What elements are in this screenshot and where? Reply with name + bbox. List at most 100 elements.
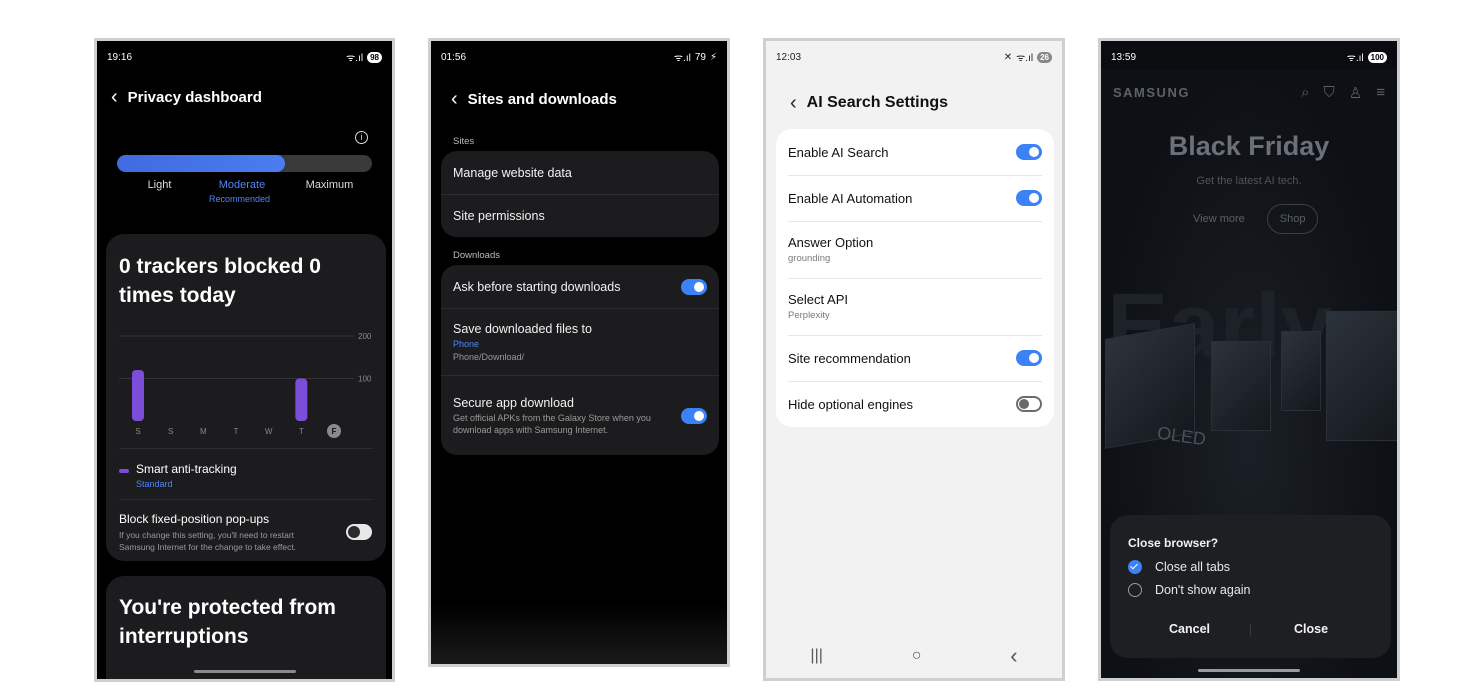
unchecked-radio-icon[interactable] — [1128, 583, 1142, 597]
section-header-sites: Sites — [453, 136, 475, 147]
signal-icon: ᯤ.ıl — [673, 53, 691, 64]
enable-ai-automation-label: Enable AI Automation — [788, 190, 913, 206]
level-light[interactable]: Light — [137, 179, 182, 191]
page-title: AI Search Settings — [806, 94, 949, 111]
level-moderate[interactable]: Moderate — [212, 179, 272, 191]
block-popups-row[interactable]: Block fixed-position pop-ups If you chan… — [119, 512, 329, 553]
page-header: ‹ Privacy dashboard — [111, 87, 262, 107]
block-popups-label: Block fixed-position pop-ups — [119, 512, 270, 526]
mute-icon: ✕ — [1003, 51, 1013, 63]
status-bar: 19:16 ᯤ.ıl 98 — [107, 49, 382, 65]
close-button[interactable]: Close — [1294, 622, 1328, 636]
x-tick-label: S — [135, 427, 140, 436]
product-image — [1211, 341, 1271, 431]
product-image — [1281, 331, 1321, 411]
bottom-fade — [431, 604, 727, 664]
trackers-chart: 100 200 S S M T W T F — [119, 332, 372, 438]
back-icon[interactable]: ‹ — [451, 89, 458, 109]
chart-bar — [132, 370, 144, 421]
page-title: Privacy dashboard — [127, 88, 262, 106]
samsung-logo[interactable]: SAMSUNG — [1113, 85, 1190, 100]
save-downloaded-files-item[interactable]: Save downloaded files to Phone Phone/Dow… — [441, 308, 719, 375]
enable-ai-automation-toggle[interactable] — [1016, 190, 1042, 206]
home-indicator[interactable] — [1198, 669, 1300, 672]
battery-level: 79 — [694, 51, 706, 63]
sites-downloads-screen: 01:56 ᯤ.ıl 79 ⚡ ‹ Sites and downloads Si… — [428, 38, 730, 667]
home-icon[interactable]: ○ — [912, 647, 922, 665]
enable-ai-automation-item[interactable]: Enable AI Automation — [776, 175, 1054, 221]
back-nav-icon[interactable]: ‹ — [1010, 643, 1017, 669]
enable-ai-search-item[interactable]: Enable AI Search — [776, 129, 1054, 175]
block-popups-toggle[interactable] — [346, 524, 372, 540]
ask-before-downloads-item[interactable]: Ask before starting downloads — [441, 265, 719, 308]
promo-headline: Black Friday — [1168, 131, 1330, 161]
settings-card: Enable AI Search Enable AI Automation An… — [776, 129, 1054, 427]
manage-website-data-label: Manage website data — [453, 165, 572, 180]
info-icon[interactable]: i — [355, 131, 368, 144]
ask-before-downloads-toggle[interactable] — [681, 278, 707, 295]
site-permissions-item[interactable]: Site permissions — [441, 194, 719, 237]
select-api-item[interactable]: Select API Perplexity — [776, 278, 1054, 335]
select-api-value: Perplexity — [788, 310, 830, 321]
secure-app-download-item[interactable]: Secure app download Get official APKs fr… — [441, 375, 719, 455]
smart-anti-tracking-value: Standard — [136, 479, 173, 489]
back-icon[interactable]: ‹ — [790, 93, 797, 113]
status-time: 01:56 — [441, 51, 467, 63]
samsung-store-screen: 13:59 ᯤ.ıl 100 SAMSUNG ⌕ ⛉ ♙ ≡ Black Fri… — [1098, 38, 1400, 681]
button-divider — [1250, 624, 1251, 636]
back-icon[interactable]: ‹ — [111, 87, 118, 107]
view-more-link[interactable]: View more — [1181, 205, 1257, 233]
smart-anti-tracking-row[interactable]: Smart anti-tracking Standard — [119, 462, 237, 489]
signal-icon: ᯤ.ıl — [346, 53, 364, 64]
site-recommendation-toggle[interactable] — [1016, 350, 1042, 366]
charging-icon: ⚡ — [709, 51, 717, 63]
cart-icon[interactable]: ⛉ — [1324, 84, 1335, 102]
smart-anti-tracking-label: Smart anti-tracking — [136, 462, 237, 476]
x-tick-label: T — [299, 427, 304, 436]
close-browser-dialog: Close browser? Close all tabs Don't show… — [1110, 515, 1391, 658]
answer-option-value: grounding — [788, 253, 831, 264]
ai-search-settings-screen: 12:03 ✕ ᯤ.ıl 26 ‹ AI Search Settings Ena… — [763, 38, 1065, 681]
recommended-label: Recommended — [209, 194, 271, 204]
hide-optional-engines-item[interactable]: Hide optional engines — [776, 381, 1054, 427]
status-time: 12:03 — [776, 51, 802, 63]
status-time: 19:16 — [107, 51, 133, 63]
secure-app-download-label: Secure app download — [453, 395, 574, 410]
hide-optional-engines-toggle[interactable] — [1016, 396, 1042, 412]
shop-button[interactable]: Shop — [1266, 204, 1319, 234]
home-indicator[interactable] — [193, 670, 296, 673]
promo-buttons: View more Shop — [1181, 204, 1319, 234]
level-maximum[interactable]: Maximum — [302, 179, 357, 191]
legend-swatch — [119, 469, 129, 473]
secure-app-download-toggle[interactable] — [681, 407, 707, 424]
recents-icon[interactable]: ||| — [810, 647, 822, 665]
dont-show-again-option[interactable]: Don't show again — [1128, 583, 1251, 597]
enable-ai-search-toggle[interactable] — [1016, 144, 1042, 160]
menu-icon[interactable]: ≡ — [1376, 84, 1385, 102]
page-header: ‹ Sites and downloads — [451, 89, 617, 109]
user-icon[interactable]: ♙ — [1349, 84, 1362, 102]
section-header-downloads: Downloads — [453, 250, 500, 261]
site-permissions-label: Site permissions — [453, 209, 545, 223]
privacy-dashboard-screen: 19:16 ᯤ.ıl 98 ‹ Privacy dashboard i Ligh… — [94, 38, 395, 682]
protected-card: You're protected from interruptions — [106, 576, 386, 679]
answer-option-item[interactable]: Answer Option grounding — [776, 221, 1054, 278]
search-icon[interactable]: ⌕ — [1301, 84, 1309, 102]
protection-level-slider[interactable] — [117, 155, 372, 172]
save-location-path: Phone/Download/ — [453, 351, 525, 362]
divider — [119, 499, 373, 500]
close-all-tabs-option[interactable]: Close all tabs — [1128, 560, 1230, 574]
x-tick-label: F — [332, 427, 337, 436]
manage-website-data-item[interactable]: Manage website data — [441, 151, 719, 194]
signal-icon: ᯤ.ıl — [1346, 53, 1364, 64]
block-popups-desc: If you change this setting, you'll need … — [119, 530, 297, 552]
checked-radio-icon[interactable] — [1128, 560, 1142, 574]
x-tick-label: M — [200, 427, 207, 436]
secure-app-download-desc: Get official APKs from the Galaxy Store … — [453, 412, 651, 435]
hide-optional-engines-label: Hide optional engines — [788, 396, 914, 412]
cancel-button[interactable]: Cancel — [1169, 622, 1210, 636]
product-image — [1326, 311, 1397, 441]
site-recommendation-item[interactable]: Site recommendation — [776, 335, 1054, 381]
save-location-value: Phone — [453, 338, 480, 349]
sites-card: Manage website data Site permissions — [441, 151, 719, 237]
